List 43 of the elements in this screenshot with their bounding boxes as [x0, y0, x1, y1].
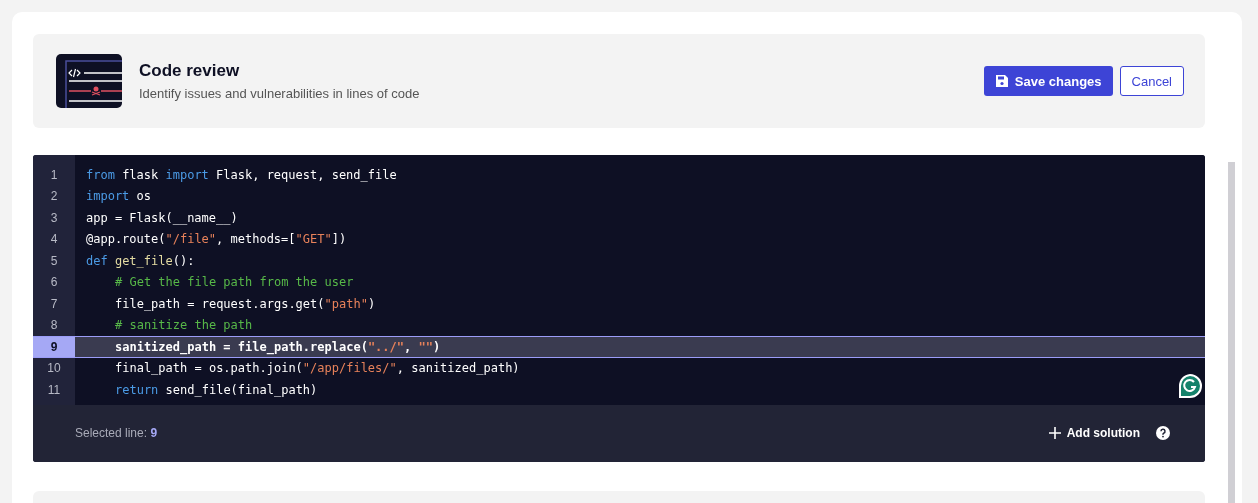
help-icon[interactable]: [1156, 426, 1170, 440]
code-line[interactable]: 8 # sanitize the path: [33, 314, 1205, 336]
code-text: # Get the file path from the user: [115, 275, 354, 290]
code-line[interactable]: 3 app = Flask(__name__): [33, 207, 1205, 229]
page-subtitle: Identify issues and vulnerabilities in lines of code: [139, 86, 421, 101]
add-solution-button[interactable]: Add solution: [1042, 425, 1146, 441]
code-text: # sanitize the path: [115, 318, 253, 333]
code-text: sanitized_path = file_path.replace("../", ""): [115, 339, 441, 354]
line-number: 10: [46, 360, 62, 378]
save-button[interactable]: Save changes: [983, 66, 1113, 96]
code-line[interactable]: 5 def get_file():: [33, 250, 1205, 272]
code-line[interactable]: 2 import os: [33, 185, 1205, 207]
code-text: final_path = os.path.join("/app/files/", sanitized_path): [115, 361, 520, 376]
code-text: import os: [86, 189, 152, 204]
code-text: app = Flask(__name__): [86, 210, 238, 225]
code-line[interactable]: 1 from flask import Flask, request, send_file: [33, 164, 1205, 186]
selected-line-text: Selected line: 9: [75, 426, 159, 440]
code-text: from flask import Flask, request, send_file: [86, 167, 397, 182]
code-text: return send_file(final_path): [115, 382, 318, 397]
line-number: 3: [49, 209, 59, 227]
line-number: 4: [49, 231, 59, 249]
code-line[interactable]: 7 file_path = request.args.get("path"): [33, 293, 1205, 315]
code-line[interactable]: 10 final_path = os.path.join("/app/files/", sanitized_path): [33, 357, 1205, 379]
line-number: 8: [49, 317, 59, 335]
code-line[interactable]: 6 # Get the file path from the user: [33, 271, 1205, 293]
code-text: @app.route("/file", methods=["GET"]): [86, 232, 347, 247]
line-number: 11: [46, 381, 62, 399]
line-number: 9: [33, 337, 75, 357]
code-review-icon: [56, 54, 122, 108]
line-number: 2: [49, 188, 59, 206]
line-number: 7: [49, 295, 59, 313]
line-number: 5: [49, 252, 59, 270]
line-number: 1: [49, 166, 59, 184]
plus-icon: [1048, 427, 1061, 439]
page-title: Code review: [139, 61, 241, 81]
save-icon: [994, 74, 1009, 88]
cancel-button[interactable]: Cancel: [1119, 66, 1184, 96]
code-text: def get_file():: [86, 253, 195, 268]
code-line[interactable]: 11 return send_file(final_path): [33, 379, 1205, 401]
line-number: 6: [49, 274, 59, 292]
scrollbar[interactable]: [1228, 162, 1235, 503]
code-line[interactable]: 4 @app.route("/file", methods=["GET"]): [33, 228, 1205, 250]
code-text: file_path = request.args.get("path"): [115, 296, 376, 311]
